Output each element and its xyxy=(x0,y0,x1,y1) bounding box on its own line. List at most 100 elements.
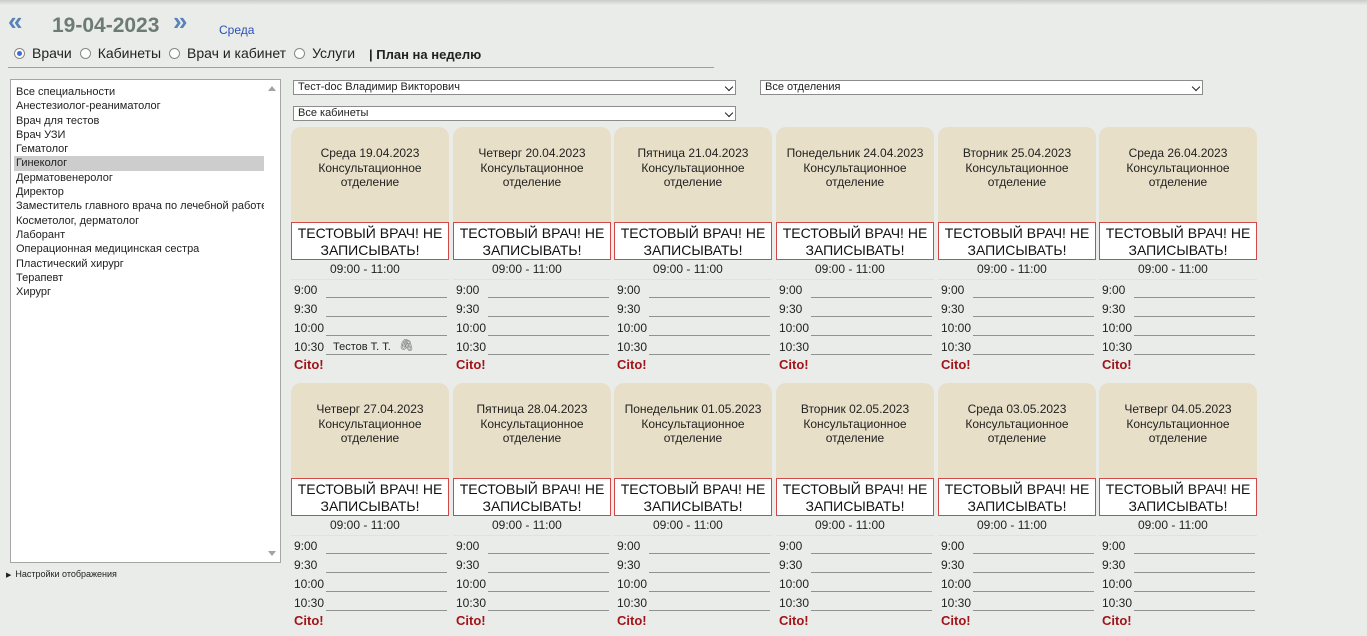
cito-link[interactable]: Cito! xyxy=(1102,357,1132,372)
slot-cell[interactable] xyxy=(488,319,609,336)
specialty-item[interactable]: Лаборант xyxy=(14,228,264,242)
slot-cell[interactable] xyxy=(973,575,1094,592)
cito-link[interactable]: Cito! xyxy=(779,613,809,628)
slot-cell[interactable] xyxy=(1134,338,1255,355)
slot-cell[interactable] xyxy=(811,575,932,592)
radio-icon[interactable] xyxy=(294,47,306,59)
slot-cell[interactable] xyxy=(326,556,447,573)
slot-cell[interactable] xyxy=(811,319,932,336)
specialty-item[interactable]: Пластический хирург xyxy=(14,257,264,271)
slot-time: 10:00 xyxy=(294,577,325,591)
slot-cell[interactable] xyxy=(811,594,932,611)
specialty-item[interactable]: Директор xyxy=(14,185,264,199)
slot-cell[interactable] xyxy=(973,556,1094,573)
slot-cell[interactable] xyxy=(973,537,1094,554)
cito-link[interactable]: Cito! xyxy=(1102,613,1132,628)
specialty-item[interactable]: Врач УЗИ xyxy=(14,128,264,142)
slot-cell[interactable] xyxy=(1134,575,1255,592)
radio-icon[interactable] xyxy=(79,47,91,59)
slot-cell[interactable] xyxy=(1134,556,1255,573)
specialty-item[interactable]: Заместитель главного врача по лечебной р… xyxy=(14,199,264,213)
slot-cell[interactable] xyxy=(326,281,447,298)
cito-link[interactable]: Cito! xyxy=(456,613,486,628)
slot-cell[interactable] xyxy=(488,537,609,554)
cito-link[interactable]: Cito! xyxy=(294,613,324,628)
specialty-item[interactable]: Операционная медицинская сестра xyxy=(14,242,264,256)
slot-cell[interactable] xyxy=(973,300,1094,317)
slot-cell[interactable] xyxy=(649,300,770,317)
slot-time: 9:30 xyxy=(456,558,480,572)
specialty-item[interactable]: Косметолог, дерматолог xyxy=(14,214,264,228)
specialty-item[interactable]: Анестезиолог-реаниматолог xyxy=(14,99,264,113)
mode-1[interactable]: Кабинеты xyxy=(79,45,161,61)
week-plan-link[interactable]: | План на неделю xyxy=(369,47,481,62)
slot-cell[interactable] xyxy=(973,281,1094,298)
specialty-item[interactable]: Терапевт xyxy=(14,271,264,285)
slot-cell[interactable] xyxy=(326,575,447,592)
doctor-select[interactable]: Тест-doc Владимир Викторович xyxy=(293,80,736,95)
slot-cell[interactable] xyxy=(649,319,770,336)
cito-link[interactable]: Cito! xyxy=(617,357,647,372)
slot-cell[interactable] xyxy=(811,281,932,298)
specialty-item[interactable]: Все специальности xyxy=(14,85,264,99)
slot-cell[interactable] xyxy=(1134,319,1255,336)
slot-time: 9:30 xyxy=(294,558,318,572)
slot-cell[interactable] xyxy=(811,556,932,573)
department-select[interactable]: Все отделения xyxy=(760,80,1203,95)
next-day-arrow-icon[interactable]: » xyxy=(173,8,188,34)
weekday-link[interactable]: Среда xyxy=(219,23,254,37)
cito-link[interactable]: Cito! xyxy=(941,613,971,628)
paperclip-icon[interactable]: 🖇 xyxy=(399,338,414,352)
slot-cell[interactable] xyxy=(973,594,1094,611)
slot-cell[interactable]: Тестов Т. Т. 🖇 xyxy=(326,338,447,355)
slot-cell[interactable] xyxy=(649,594,770,611)
mode-0[interactable]: Врачи xyxy=(14,45,72,61)
cito-link[interactable]: Cito! xyxy=(941,357,971,372)
slot-cell[interactable] xyxy=(488,281,609,298)
slot-cell[interactable] xyxy=(649,537,770,554)
scroll-up-arrow-icon[interactable] xyxy=(268,86,276,91)
specialty-list[interactable]: Все специальности Анестезиолог-реаниматол… xyxy=(10,79,281,563)
slot-cell[interactable] xyxy=(488,556,609,573)
slot-cell[interactable] xyxy=(1134,281,1255,298)
mode-3[interactable]: Услуги xyxy=(294,45,355,61)
specialty-item[interactable]: Хирург xyxy=(14,285,264,299)
slot-cell[interactable] xyxy=(649,338,770,355)
cito-link[interactable]: Cito! xyxy=(617,613,647,628)
cito-link[interactable]: Cito! xyxy=(779,357,809,372)
slot-cell[interactable] xyxy=(1134,300,1255,317)
slot-cell[interactable] xyxy=(326,319,447,336)
specialty-item[interactable]: Гинеколог xyxy=(14,156,264,171)
booked-patient[interactable]: Тестов Т. Т. xyxy=(333,341,391,353)
slot-cell[interactable] xyxy=(811,338,932,355)
slot-cell[interactable] xyxy=(649,556,770,573)
slot-cell[interactable] xyxy=(1134,537,1255,554)
slot-cell[interactable] xyxy=(488,594,609,611)
scroll-down-arrow-icon[interactable] xyxy=(268,551,276,556)
specialty-item[interactable]: Врач для тестов xyxy=(14,114,264,128)
cabinet-select[interactable]: Все кабинеты xyxy=(293,106,736,121)
slot-cell[interactable] xyxy=(811,537,932,554)
prev-day-arrow-icon[interactable]: « xyxy=(8,8,23,34)
slot-cell[interactable] xyxy=(488,338,609,355)
slot-cell[interactable] xyxy=(1134,594,1255,611)
slot-cell[interactable] xyxy=(326,537,447,554)
specialty-item[interactable]: Гематолог xyxy=(14,142,264,156)
display-settings-toggle[interactable]: ▶ Настройки отображения xyxy=(6,569,117,579)
slot-cell[interactable] xyxy=(488,575,609,592)
cito-link[interactable]: Cito! xyxy=(294,357,324,372)
slot-cell[interactable] xyxy=(326,594,447,611)
slot-cell[interactable] xyxy=(811,300,932,317)
slot-cell[interactable] xyxy=(973,338,1094,355)
slot-cell[interactable] xyxy=(488,300,609,317)
radio-icon[interactable] xyxy=(14,47,25,59)
slot-cell[interactable] xyxy=(973,319,1094,336)
specialty-item[interactable]: Дерматовенеролог xyxy=(14,171,264,185)
slot-cell[interactable] xyxy=(649,575,770,592)
radio-icon[interactable] xyxy=(169,47,181,59)
cito-link[interactable]: Cito! xyxy=(456,357,486,372)
specialty-scrollbar[interactable] xyxy=(264,80,280,562)
slot-cell[interactable] xyxy=(649,281,770,298)
slot-cell[interactable] xyxy=(326,300,447,317)
mode-2[interactable]: Врач и кабинет xyxy=(169,45,286,61)
